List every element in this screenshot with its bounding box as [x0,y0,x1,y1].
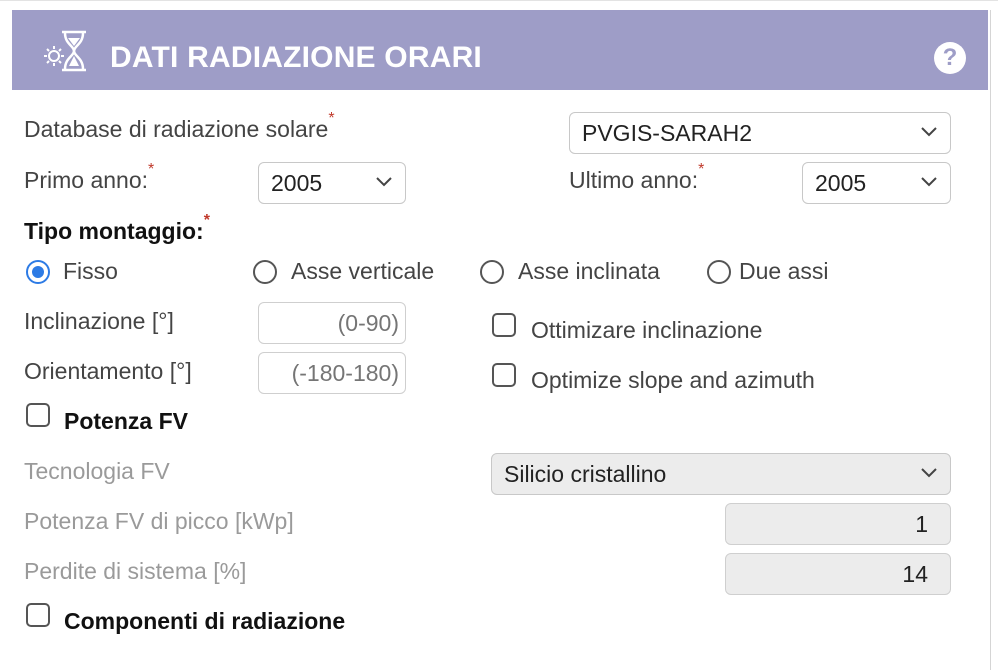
panel-title: DATI RADIAZIONE ORARI [110,41,482,74]
azimuth-label: Orientamento [°] [24,358,192,384]
pv-power-checkbox[interactable] [26,403,50,427]
pv-technology-select[interactable]: Silicio cristallino [491,453,951,495]
optimize-slope-checkbox[interactable] [492,313,516,337]
pv-technology-value: Silicio cristallino [504,461,667,487]
pv-technology-label: Tecnologia FV [24,458,170,484]
radio-two-axis-label[interactable]: Due assi [739,258,828,285]
help-icon[interactable]: ? [934,42,966,74]
peak-power-input[interactable]: 1 [725,503,951,545]
chevron-down-icon [921,468,937,478]
required-mark: * [148,161,155,178]
end-year-label-text: Ultimo anno: [569,167,699,193]
radiation-components-label[interactable]: Componenti di radiazione [64,608,345,635]
slope-input[interactable] [258,302,406,344]
hourglass-sun-icon [44,30,86,72]
top-edge [0,0,998,10]
database-select-value: PVGIS-SARAH2 [582,120,752,146]
required-mark: * [328,110,335,127]
database-select[interactable]: PVGIS-SARAH2 [569,112,951,154]
end-year-label: Ultimo anno:* [569,161,704,194]
required-mark: * [698,161,705,178]
optimize-slope-azimuth-label[interactable]: Optimize slope and azimuth [531,367,815,394]
end-year-value: 2005 [815,170,867,196]
radio-vertical-axis-label[interactable]: Asse verticale [291,258,434,285]
start-year-value: 2005 [271,170,323,196]
start-year-label: Primo anno:* [24,161,154,194]
panel-right-border [990,10,991,670]
chevron-down-icon [921,127,937,137]
radio-two-axis[interactable] [707,260,731,284]
optimize-slope-label[interactable]: Ottimizare inclinazione [531,317,762,344]
panel-header: DATI RADIAZIONE ORARI ? [12,10,988,90]
database-label-text: Database di radiazione solare [24,116,329,142]
radio-vertical-axis[interactable] [253,260,277,284]
radio-inclined-axis[interactable] [480,260,504,284]
mounting-type-label: Tipo montaggio:* [24,212,210,245]
radio-fixed[interactable] [26,260,50,284]
system-loss-input[interactable]: 14 [725,553,951,595]
start-year-label-text: Primo anno: [24,167,149,193]
azimuth-input[interactable] [258,352,406,394]
radio-fixed-label[interactable]: Fisso [63,258,118,285]
chevron-down-icon [376,177,392,187]
database-label: Database di radiazione solare* [24,110,335,143]
slope-label: Inclinazione [°] [24,308,174,334]
chevron-down-icon [921,177,937,187]
peak-power-label: Potenza FV di picco [kWp] [24,508,294,534]
start-year-select[interactable]: 2005 [258,162,406,204]
pv-power-label[interactable]: Potenza FV [64,408,188,435]
radiation-components-checkbox[interactable] [26,603,50,627]
system-loss-label: Perdite di sistema [%] [24,558,247,584]
required-mark: * [203,212,210,229]
mounting-type-label-text: Tipo montaggio: [24,218,204,244]
optimize-slope-azimuth-checkbox[interactable] [492,363,516,387]
end-year-select[interactable]: 2005 [802,162,951,204]
radio-inclined-axis-label[interactable]: Asse inclinata [518,258,660,285]
